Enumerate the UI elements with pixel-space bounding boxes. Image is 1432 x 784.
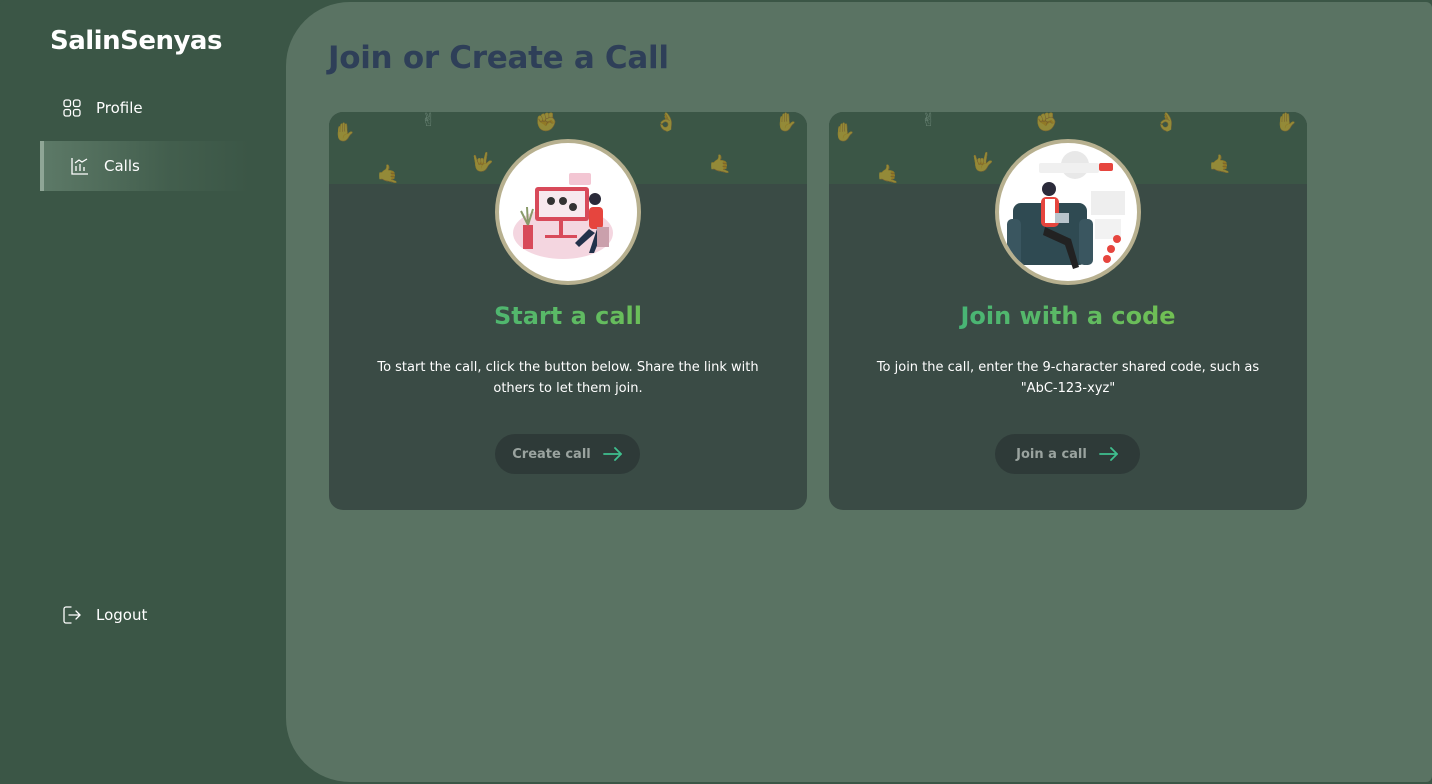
- logout-button[interactable]: Logout: [40, 591, 250, 639]
- app-window: SalinSenyas Profile Calls Logout Join or…: [0, 0, 1432, 784]
- grid-icon: [62, 98, 82, 118]
- hand-sign-icon: 🤟: [971, 152, 994, 173]
- hand-sign-icon: ✊: [535, 112, 558, 133]
- chart-icon: [70, 156, 90, 176]
- hand-sign-icon: 👌: [655, 112, 678, 133]
- hand-sign-icon: 🤙: [877, 164, 900, 184]
- hand-sign-icon: 🤙: [709, 154, 732, 175]
- hand-sign-icon: ✌: [921, 112, 937, 131]
- arrow-right-icon: [1098, 447, 1118, 461]
- hand-sign-icon: ✊: [1035, 112, 1058, 133]
- sidebar-item-profile[interactable]: Profile: [40, 84, 250, 132]
- create-call-button[interactable]: Create call: [495, 434, 640, 474]
- brand-logo: SalinSenyas: [50, 26, 222, 56]
- start-call-heading: Start a call: [329, 302, 807, 330]
- arrow-right-icon: [602, 447, 622, 461]
- hand-sign-icon: 🤙: [377, 164, 400, 184]
- hand-sign-icon: ✋: [833, 122, 856, 143]
- hand-sign-icon: 👌: [1155, 112, 1178, 133]
- hand-sign-icon: ✋: [1275, 112, 1298, 133]
- sidebar-item-label: Calls: [104, 157, 140, 175]
- sidebar-item-label: Profile: [96, 99, 143, 117]
- join-call-label: Join a call: [1016, 446, 1087, 462]
- create-call-label: Create call: [512, 446, 591, 462]
- join-code-heading: Join with a code: [829, 302, 1307, 330]
- sidebar: SalinSenyas Profile Calls Logout: [0, 0, 300, 784]
- hand-sign-icon: 🤟: [471, 152, 494, 173]
- hand-sign-icon: ✋: [333, 122, 356, 143]
- main-panel: Join or Create a Call ✋ 🤙 ✌ 🤟 ✊ 👌 🤙 ✋ St…: [286, 2, 1432, 782]
- person-at-computer-illustration: [495, 139, 641, 285]
- sidebar-item-calls[interactable]: Calls: [40, 141, 250, 191]
- start-call-card: ✋ 🤙 ✌ 🤟 ✊ 👌 🤙 ✋ Start a call To start th…: [329, 112, 807, 510]
- hand-sign-icon: 🤙: [1209, 154, 1232, 175]
- person-on-sofa-illustration: [995, 139, 1141, 285]
- logout-label: Logout: [96, 606, 148, 624]
- join-call-button[interactable]: Join a call: [995, 434, 1140, 474]
- page-title: Join or Create a Call: [328, 40, 669, 76]
- join-call-card: ✋ 🤙 ✌ 🤟 ✊ 👌 🤙 ✋ Join with a code To join…: [829, 112, 1307, 510]
- join-code-description: To join the call, enter the 9-character …: [876, 360, 1260, 396]
- hand-sign-icon: ✋: [775, 112, 798, 133]
- start-call-description: To start the call, click the button belo…: [377, 360, 759, 396]
- logout-icon: [62, 605, 82, 625]
- hand-sign-icon: ✌: [421, 112, 437, 131]
